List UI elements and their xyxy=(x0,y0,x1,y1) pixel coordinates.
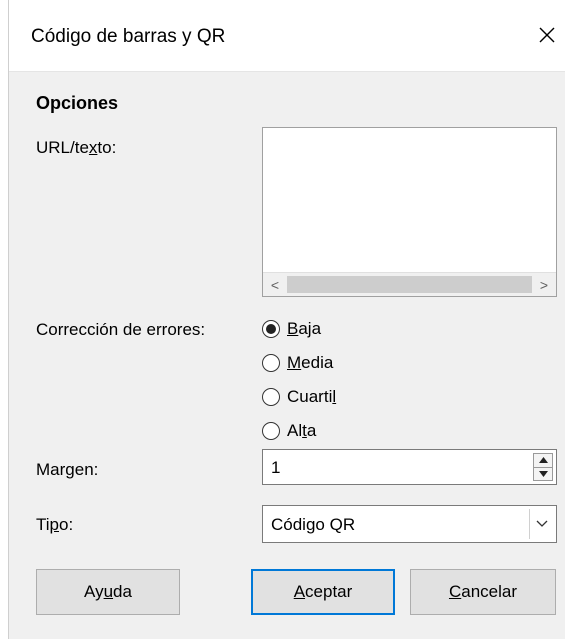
radio-label-cuartil: Cuartil xyxy=(287,387,337,406)
margin-label: Margen: xyxy=(36,460,99,479)
scroll-right-arrow[interactable]: > xyxy=(532,273,556,297)
radio-cuartil[interactable]: Cuartil xyxy=(262,384,336,410)
radio-button-media[interactable] xyxy=(262,354,280,372)
type-selected-value: Código QR xyxy=(271,515,356,534)
url-text-input[interactable]: < > xyxy=(262,127,557,297)
dropdown-button[interactable] xyxy=(529,509,553,539)
error-correction-label: Corrección de errores: xyxy=(36,320,206,339)
title-bar: Código de barras y QR xyxy=(9,0,565,72)
cancel-button[interactable]: Cancelar xyxy=(410,569,556,615)
radio-baja[interactable]: Baja xyxy=(262,316,321,342)
close-button[interactable] xyxy=(529,14,565,56)
radio-alta[interactable]: Alta xyxy=(262,418,316,444)
type-label: Tipo: xyxy=(36,515,74,534)
radio-button-alta[interactable] xyxy=(262,422,280,440)
help-button[interactable]: Ay u da xyxy=(36,569,180,615)
dialog-title: Código de barras y QR xyxy=(31,26,226,47)
triangle-down-icon xyxy=(538,470,548,477)
radio-label-baja: Baja xyxy=(287,319,322,338)
radio-selected-dot xyxy=(266,324,276,334)
radio-label-media: Media xyxy=(287,353,334,372)
scrollbar-thumb[interactable] xyxy=(287,276,532,293)
close-icon xyxy=(539,27,555,43)
options-heading: Opciones xyxy=(36,93,119,113)
triangle-up-icon xyxy=(538,457,548,464)
margin-spinbox[interactable]: 1 xyxy=(262,449,557,485)
barcode-qr-dialog: Código de barras y QR Opciones URL/texto… xyxy=(8,0,565,639)
radio-media[interactable]: Media xyxy=(262,350,333,376)
radio-label-alta: Alta xyxy=(287,421,317,440)
spin-buttons xyxy=(533,453,553,481)
url-text-label: URL/texto: xyxy=(36,138,117,157)
margin-value: 1 xyxy=(271,458,281,477)
decrement-button[interactable] xyxy=(533,467,553,481)
ok-button[interactable]: Aceptar xyxy=(251,569,395,615)
radio-button-baja[interactable] xyxy=(262,320,280,338)
scroll-left-arrow[interactable]: < xyxy=(263,273,287,297)
chevron-down-icon xyxy=(536,520,547,527)
type-select[interactable]: Código QR xyxy=(262,505,557,543)
horizontal-scrollbar[interactable]: < > xyxy=(263,272,556,296)
increment-button[interactable] xyxy=(533,453,553,468)
radio-button-cuartil[interactable] xyxy=(262,388,280,406)
